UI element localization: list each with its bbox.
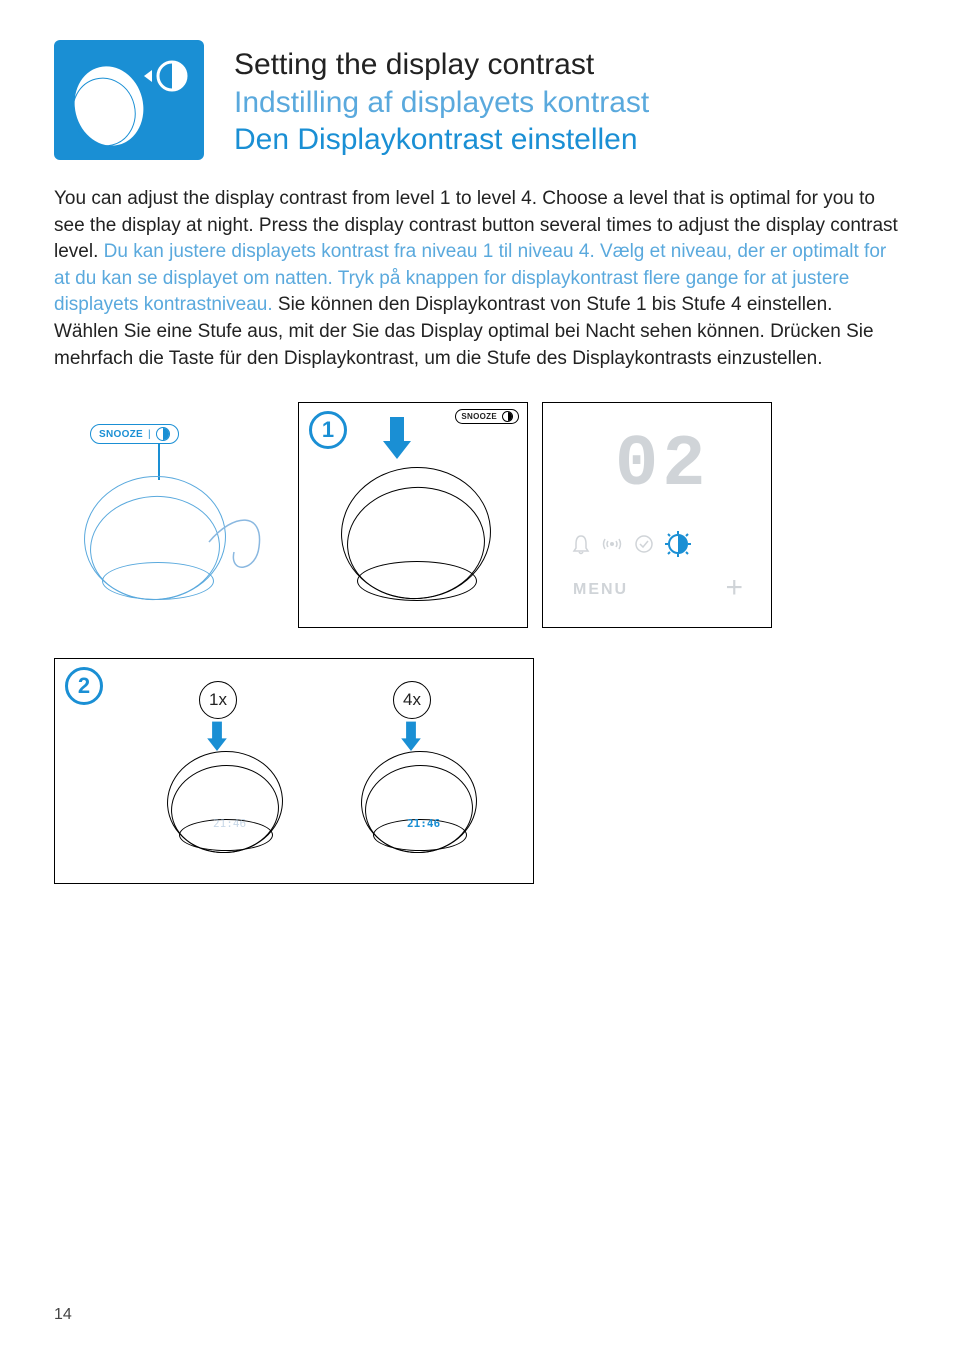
header-row: Setting the display contrast Indstilling… bbox=[54, 40, 900, 160]
title-de: Den Displaykontrast einstellen bbox=[234, 121, 900, 159]
device-base bbox=[357, 561, 477, 601]
figure-display: 02 MENU + bbox=[542, 402, 772, 628]
menu-label: MENU bbox=[573, 581, 628, 599]
display-digits: 02 bbox=[615, 435, 709, 496]
title-da: Indstilling af displayets kontrast bbox=[234, 84, 900, 122]
contrast-icon-active bbox=[665, 531, 691, 557]
snooze-button-label: SNOOZE bbox=[455, 409, 519, 424]
snooze-text: SNOOZE bbox=[99, 429, 143, 440]
power-cord bbox=[204, 502, 284, 592]
radio-icon bbox=[601, 533, 623, 555]
display-icon-row bbox=[571, 531, 691, 557]
press-arrow bbox=[383, 417, 411, 461]
figure-step-2: 2 1x 21:46 4x 21:46 bbox=[54, 658, 534, 884]
display-panel: 02 MENU + bbox=[555, 415, 759, 615]
device-base bbox=[102, 562, 214, 600]
callout-line bbox=[158, 444, 160, 480]
device-right-time: 21:46 bbox=[407, 817, 440, 830]
press-count-4x: 4x bbox=[393, 681, 431, 719]
plus-icon: + bbox=[725, 571, 743, 605]
contrast-icon bbox=[502, 411, 513, 422]
bell-icon bbox=[571, 533, 591, 555]
section-icon bbox=[54, 40, 204, 160]
title-en: Setting the display contrast bbox=[234, 46, 900, 84]
step-2-badge: 2 bbox=[65, 667, 103, 705]
figure-device-overview: SNOOZE | bbox=[54, 402, 284, 628]
snooze-label: SNOOZE | bbox=[90, 424, 179, 444]
figure-step-1: 1 SNOOZE bbox=[298, 402, 528, 628]
figures: SNOOZE | 1 SNOOZE bbox=[54, 402, 900, 884]
body-text: You can adjust the display contrast from… bbox=[54, 186, 900, 372]
press-arrow-1x bbox=[207, 722, 227, 753]
page-number: 14 bbox=[54, 1306, 72, 1324]
title-block: Setting the display contrast Indstilling… bbox=[234, 40, 900, 159]
figure-row-1: SNOOZE | 1 SNOOZE bbox=[54, 402, 900, 628]
step-1-badge: 1 bbox=[309, 411, 347, 449]
press-count-1x: 1x bbox=[199, 681, 237, 719]
press-arrow-4x bbox=[401, 722, 421, 753]
figure-row-2: 2 1x 21:46 4x 21:46 bbox=[54, 658, 900, 884]
contrast-icon bbox=[156, 427, 170, 441]
device-left-time: 21:46 bbox=[213, 817, 246, 830]
clock-check-icon bbox=[633, 533, 655, 555]
